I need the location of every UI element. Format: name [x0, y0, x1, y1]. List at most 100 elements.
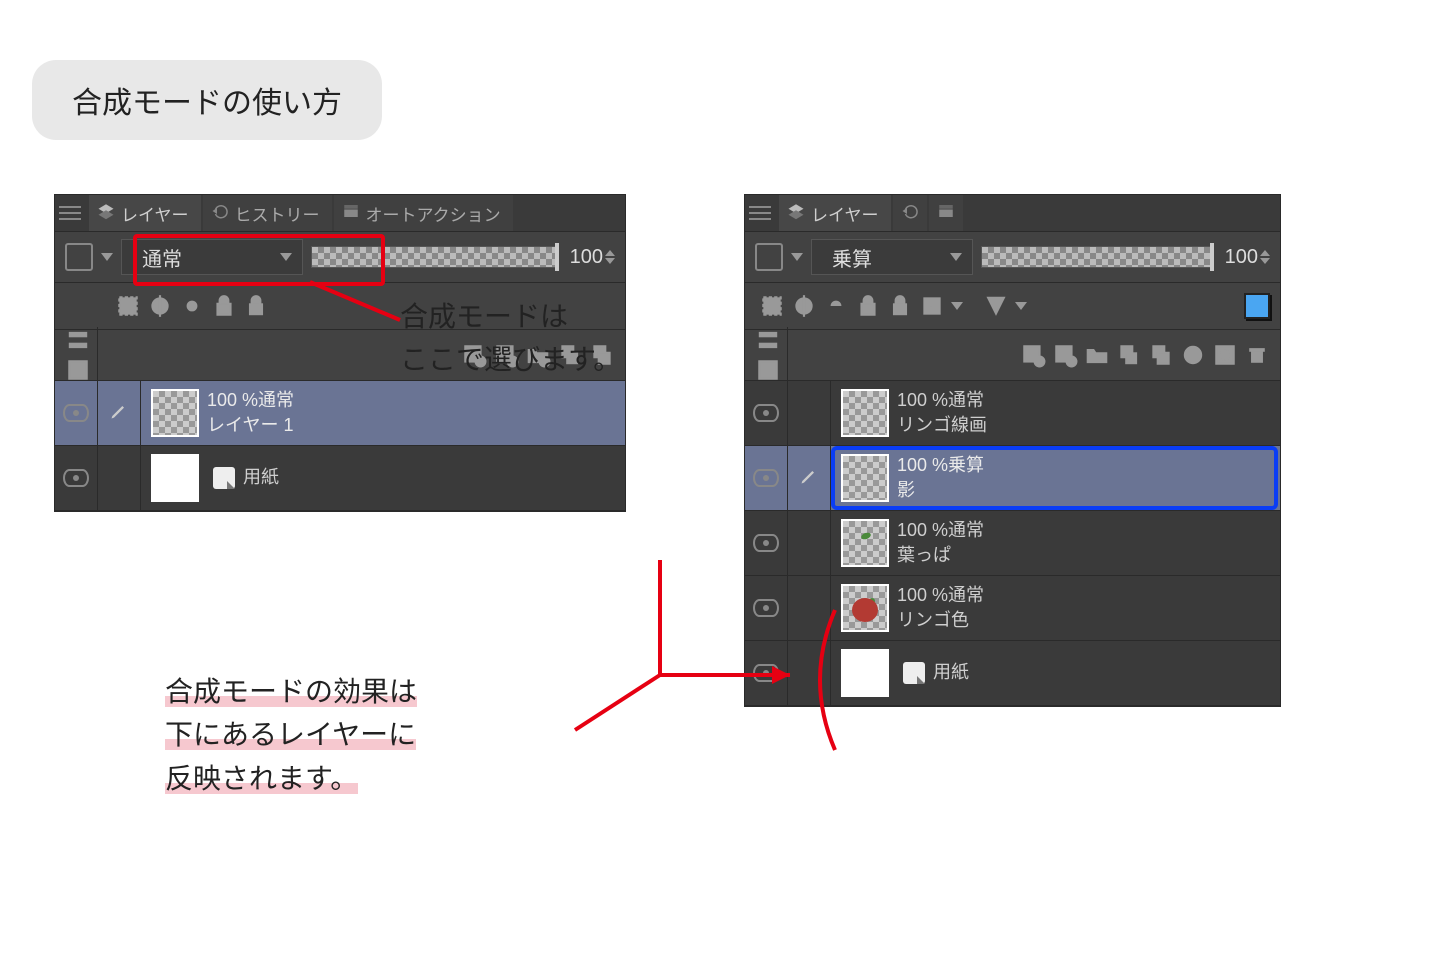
clapper-icon [342, 202, 360, 225]
layer-list: 100 %通常 リンゴ線画 100 %乗算 影 100 %通常 葉っぱ [745, 381, 1280, 706]
opacity-slider[interactable] [311, 246, 559, 268]
tab-history[interactable] [893, 195, 927, 231]
visibility-toggle[interactable] [55, 381, 98, 445]
layer-name: リンゴ色 [897, 609, 984, 632]
layers-icon [787, 202, 805, 225]
chevron-down-icon[interactable] [101, 253, 113, 261]
clip-icon[interactable] [919, 293, 945, 319]
history-icon [901, 202, 919, 225]
reference-icon[interactable] [983, 293, 1009, 319]
layer-row[interactable]: 100 %乗算 影 [745, 446, 1280, 511]
new-raster-layer-icon[interactable] [1020, 342, 1046, 368]
chevron-down-icon[interactable] [791, 253, 803, 261]
visibility-toggle[interactable] [745, 576, 788, 640]
tab-layers[interactable]: レイヤー [779, 195, 891, 231]
panel-view-1-icon[interactable] [755, 327, 781, 353]
opacity-slider[interactable] [981, 246, 1214, 268]
layer-name: 葉っぱ [897, 544, 984, 567]
mask-icon[interactable] [791, 293, 817, 319]
annotation-line: ここで選びます。 [400, 338, 621, 381]
panel-view-2-icon[interactable] [65, 357, 91, 383]
panel-mode-icons [65, 327, 98, 383]
pencil-icon [799, 466, 819, 491]
merge-down-icon[interactable] [1148, 342, 1174, 368]
transfer-down-icon[interactable] [1116, 342, 1142, 368]
chevron-down-icon[interactable] [951, 302, 963, 310]
layer-color-chip[interactable] [1244, 293, 1270, 319]
layer-action-toolbar [745, 330, 1280, 381]
layer-thumbnail [841, 454, 889, 502]
chevron-down-icon [950, 253, 962, 261]
edit-indicator[interactable] [788, 381, 831, 445]
layer-row[interactable]: 100 %通常 リンゴ色 [745, 576, 1280, 641]
layer-row[interactable]: 用紙 [55, 446, 625, 511]
eye-icon [753, 599, 779, 617]
selection-icon[interactable] [759, 293, 785, 319]
tab-history[interactable]: ヒストリー [203, 195, 332, 231]
pencil-icon [109, 401, 129, 426]
layer-row[interactable]: 用紙 [745, 641, 1280, 706]
layer-name: 用紙 [933, 661, 969, 684]
tab-autoaction[interactable] [929, 195, 963, 231]
layer-thumbnail [841, 519, 889, 567]
annotation-blend-callout: 合成モードは ここで選びます。 [400, 295, 621, 382]
edit-indicator[interactable] [788, 641, 831, 705]
apply-mask-icon[interactable] [1212, 342, 1238, 368]
visibility-toggle[interactable] [745, 381, 788, 445]
blend-mode-select[interactable]: 乗算 [811, 239, 973, 275]
edit-indicator[interactable] [788, 511, 831, 575]
page-title: 合成モードの使い方 [32, 60, 382, 140]
selection-icon[interactable] [115, 293, 141, 319]
edit-indicator[interactable] [98, 446, 141, 510]
blend-mode-select[interactable]: 通常 [121, 239, 303, 275]
hamburger-icon[interactable] [749, 202, 771, 224]
blend-mode-value: 乗算 [832, 243, 872, 272]
panel-view-1-icon[interactable] [65, 327, 91, 353]
palette-color-icon[interactable] [755, 243, 783, 271]
spinner-icon[interactable] [605, 250, 615, 264]
new-folder-icon[interactable] [1084, 342, 1110, 368]
visibility-toggle[interactable] [745, 511, 788, 575]
mask-create-icon[interactable] [1180, 342, 1206, 368]
tab-layers[interactable]: レイヤー [89, 195, 201, 231]
layer-row[interactable]: 100 %通常 レイヤー 1 [55, 381, 625, 446]
blend-mode-value: 通常 [142, 243, 182, 272]
mask-icon[interactable] [147, 293, 173, 319]
visibility-toggle[interactable] [745, 641, 788, 705]
link-icon[interactable] [179, 293, 205, 319]
edit-indicator[interactable] [98, 381, 141, 445]
layer-opacity-label: 100 %通常 [897, 389, 987, 412]
history-icon [211, 202, 229, 225]
annotation-line: 反映されます。 [165, 763, 358, 794]
chevron-down-icon [280, 253, 292, 261]
layer-thumbnail [151, 454, 199, 502]
chevron-down-icon[interactable] [1015, 302, 1027, 310]
link-icon[interactable] [823, 293, 849, 319]
layer-row[interactable]: 100 %通常 葉っぱ [745, 511, 1280, 576]
palette-color-icon[interactable] [65, 243, 93, 271]
layer-row[interactable]: 100 %通常 リンゴ線画 [745, 381, 1280, 446]
panel-view-2-icon[interactable] [755, 357, 781, 383]
annotation-line: 下にあるレイヤーに [165, 719, 416, 750]
lock-icon[interactable] [887, 293, 913, 319]
eye-icon [753, 404, 779, 422]
visibility-toggle[interactable] [55, 446, 98, 510]
lock-transparent-icon[interactable] [855, 293, 881, 319]
edit-indicator[interactable] [788, 446, 831, 510]
edit-indicator[interactable] [788, 576, 831, 640]
spinner-icon[interactable] [1260, 250, 1270, 264]
opacity-value[interactable]: 100 [1222, 246, 1270, 269]
lock-transparent-icon[interactable] [211, 293, 237, 319]
new-vector-layer-icon[interactable] [1052, 342, 1078, 368]
opacity-value[interactable]: 100 [567, 246, 615, 269]
layer-name: レイヤー 1 [207, 414, 294, 437]
layer-thumbnail [841, 584, 889, 632]
trash-icon[interactable] [1244, 342, 1270, 368]
hamburger-icon[interactable] [59, 202, 81, 224]
lock-icon[interactable] [243, 293, 269, 319]
annotation-line: 合成モードは [400, 295, 621, 338]
layer-list: 100 %通常 レイヤー 1 用紙 [55, 381, 625, 511]
tab-autoaction[interactable]: オートアクション [334, 195, 513, 231]
eye-icon [753, 664, 779, 682]
visibility-toggle[interactable] [745, 446, 788, 510]
